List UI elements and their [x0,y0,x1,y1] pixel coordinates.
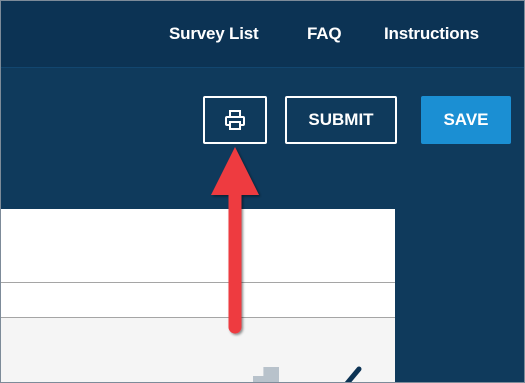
save-button[interactable]: SAVE [421,96,511,144]
action-toolbar: SUBMIT SAVE [1,69,524,209]
print-button[interactable] [203,96,267,144]
nav-instructions-link[interactable]: Instructions [384,24,479,44]
panel-divider [1,282,395,283]
submit-button[interactable]: SUBMIT [285,96,397,144]
printer-icon [225,110,245,130]
pencil-icon[interactable] [333,359,373,383]
nav-survey-list-link[interactable]: Survey List [169,24,259,44]
app-window: Survey List FAQ Instructions SUBMIT SAVE [0,0,525,383]
top-navigation-bar: Survey List FAQ Instructions [1,1,524,68]
nav-faq-link[interactable]: FAQ [307,24,342,44]
survey-content-panel [1,209,395,382]
